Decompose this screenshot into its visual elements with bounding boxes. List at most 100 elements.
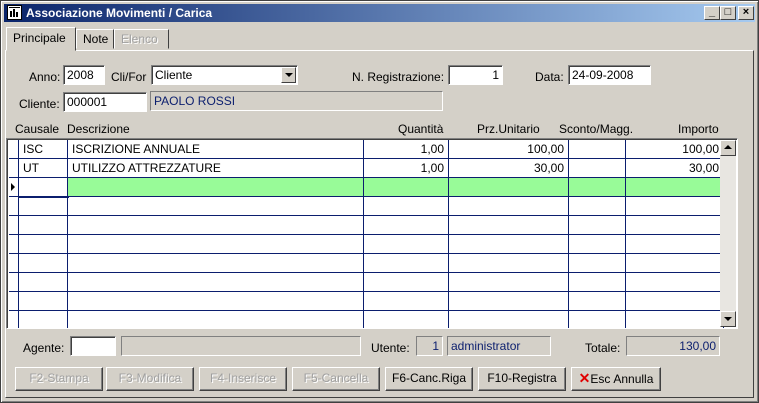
grid-cell[interactable] — [19, 273, 68, 292]
tab-principale[interactable]: Principale — [6, 27, 76, 51]
cell-descrizione[interactable] — [68, 178, 364, 197]
cell-importo[interactable]: 100,00 — [626, 140, 724, 159]
table-row[interactable]: UT UTILIZZO ATTREZZATURE 1,00 30,00 30,0… — [9, 159, 724, 178]
grid-cell[interactable] — [449, 292, 569, 311]
date-input[interactable]: 24-09-2008 — [568, 65, 651, 85]
table-row-empty[interactable] — [9, 254, 724, 273]
grid-cell[interactable] — [569, 235, 626, 254]
row-selector[interactable] — [9, 140, 19, 159]
maximize-button[interactable]: □ — [720, 6, 736, 20]
grid-cell[interactable] — [68, 311, 364, 328]
grid-cell[interactable] — [19, 292, 68, 311]
row-selector[interactable] — [9, 254, 19, 273]
grid-cell[interactable] — [364, 197, 449, 216]
chevron-down-icon[interactable] — [281, 67, 296, 83]
anno-input[interactable]: 2008 — [63, 65, 105, 85]
grid-cell[interactable] — [68, 235, 364, 254]
grid-cell[interactable] — [19, 197, 68, 216]
scroll-down-icon[interactable] — [720, 311, 736, 327]
grid-cell[interactable] — [68, 273, 364, 292]
nreg-input[interactable]: 1 — [448, 65, 503, 85]
registra-button[interactable]: F10-Registra — [478, 367, 566, 391]
grid-cell[interactable] — [626, 197, 724, 216]
canc-riga-button[interactable]: F6-Canc.Riga — [385, 367, 473, 391]
table-row[interactable]: ISC ISCRIZIONE ANNUALE 1,00 100,00 100,0… — [9, 140, 724, 159]
grid-cell[interactable] — [19, 235, 68, 254]
grid-cell[interactable] — [364, 216, 449, 235]
cell-causale[interactable]: ISC — [19, 140, 68, 159]
grid-cell[interactable] — [626, 273, 724, 292]
row-selector[interactable] — [9, 292, 19, 311]
table-row-current[interactable] — [9, 177, 724, 198]
cell-quantita[interactable]: 1,00 — [364, 159, 449, 178]
cell-quantita[interactable] — [364, 178, 449, 197]
grid-cell[interactable] — [364, 254, 449, 273]
row-selector[interactable] — [9, 235, 19, 254]
grid-cell[interactable] — [569, 273, 626, 292]
grid-cell[interactable] — [19, 254, 68, 273]
cell-sconto[interactable] — [569, 178, 626, 197]
grid-cell[interactable] — [626, 216, 724, 235]
row-selector[interactable] — [9, 273, 19, 292]
table-row-empty[interactable] — [9, 235, 724, 254]
row-selector[interactable] — [9, 216, 19, 235]
annulla-button[interactable]: ✕Esc Annulla — [571, 367, 661, 391]
cell-importo[interactable] — [626, 178, 724, 197]
grid-cell[interactable] — [364, 311, 449, 328]
row-selector[interactable] — [9, 159, 19, 178]
grid-cell[interactable] — [68, 292, 364, 311]
row-selector[interactable] — [9, 197, 19, 216]
grid-cell[interactable] — [449, 197, 569, 216]
cell-prz-unitario[interactable] — [449, 178, 569, 197]
table-row-empty[interactable] — [9, 197, 724, 216]
cell-quantita[interactable]: 1,00 — [364, 140, 449, 159]
grid-cell[interactable] — [364, 235, 449, 254]
grid-cell[interactable] — [19, 216, 68, 235]
cell-importo[interactable]: 30,00 — [626, 159, 724, 178]
cell-sconto[interactable] — [569, 140, 626, 159]
row-selector[interactable] — [9, 311, 19, 328]
grid-cell[interactable] — [364, 273, 449, 292]
minimize-button[interactable]: _ — [704, 6, 720, 20]
cell-descrizione[interactable]: ISCRIZIONE ANNUALE — [68, 140, 364, 159]
scroll-up-icon[interactable] — [720, 140, 736, 156]
utente-label: Utente: — [371, 341, 410, 355]
grid-cell[interactable] — [449, 273, 569, 292]
cliente-code-input[interactable]: 000001 — [63, 92, 147, 112]
grid-cell[interactable] — [449, 235, 569, 254]
cell-sconto[interactable] — [569, 159, 626, 178]
close-button[interactable]: × — [738, 6, 754, 20]
grid-cell[interactable] — [626, 235, 724, 254]
table-row-empty[interactable] — [9, 216, 724, 235]
tab-note[interactable]: Note — [76, 29, 114, 49]
cell-causale[interactable] — [18, 177, 69, 198]
table-row-empty[interactable] — [9, 292, 724, 311]
table-row-empty[interactable] — [9, 311, 724, 328]
agente-input[interactable] — [70, 336, 116, 356]
grid-cell[interactable] — [626, 311, 724, 328]
grid-cell[interactable] — [569, 311, 626, 328]
grid-cell[interactable] — [626, 254, 724, 273]
grid-cell[interactable] — [449, 216, 569, 235]
grid-cell[interactable] — [449, 254, 569, 273]
grid-cell[interactable] — [68, 216, 364, 235]
grid-cell[interactable] — [364, 292, 449, 311]
grid-cell[interactable] — [68, 254, 364, 273]
cell-prz-unitario[interactable]: 100,00 — [449, 140, 569, 159]
grid-cell[interactable] — [569, 216, 626, 235]
grid-cell[interactable] — [569, 197, 626, 216]
current-row-indicator-icon[interactable] — [9, 178, 19, 197]
cell-prz-unitario[interactable]: 30,00 — [449, 159, 569, 178]
movements-grid[interactable]: ISC ISCRIZIONE ANNUALE 1,00 100,00 100,0… — [6, 138, 738, 329]
clifor-select[interactable]: Cliente — [151, 65, 298, 85]
cell-descrizione[interactable]: UTILIZZO ATTREZZATURE — [68, 159, 364, 178]
table-row-empty[interactable] — [9, 273, 724, 292]
grid-cell[interactable] — [569, 254, 626, 273]
vertical-scrollbar[interactable] — [720, 140, 736, 327]
cell-causale[interactable]: UT — [19, 159, 68, 178]
grid-cell[interactable] — [626, 292, 724, 311]
grid-cell[interactable] — [68, 197, 364, 216]
grid-cell[interactable] — [19, 311, 68, 328]
grid-cell[interactable] — [569, 292, 626, 311]
grid-cell[interactable] — [449, 311, 569, 328]
